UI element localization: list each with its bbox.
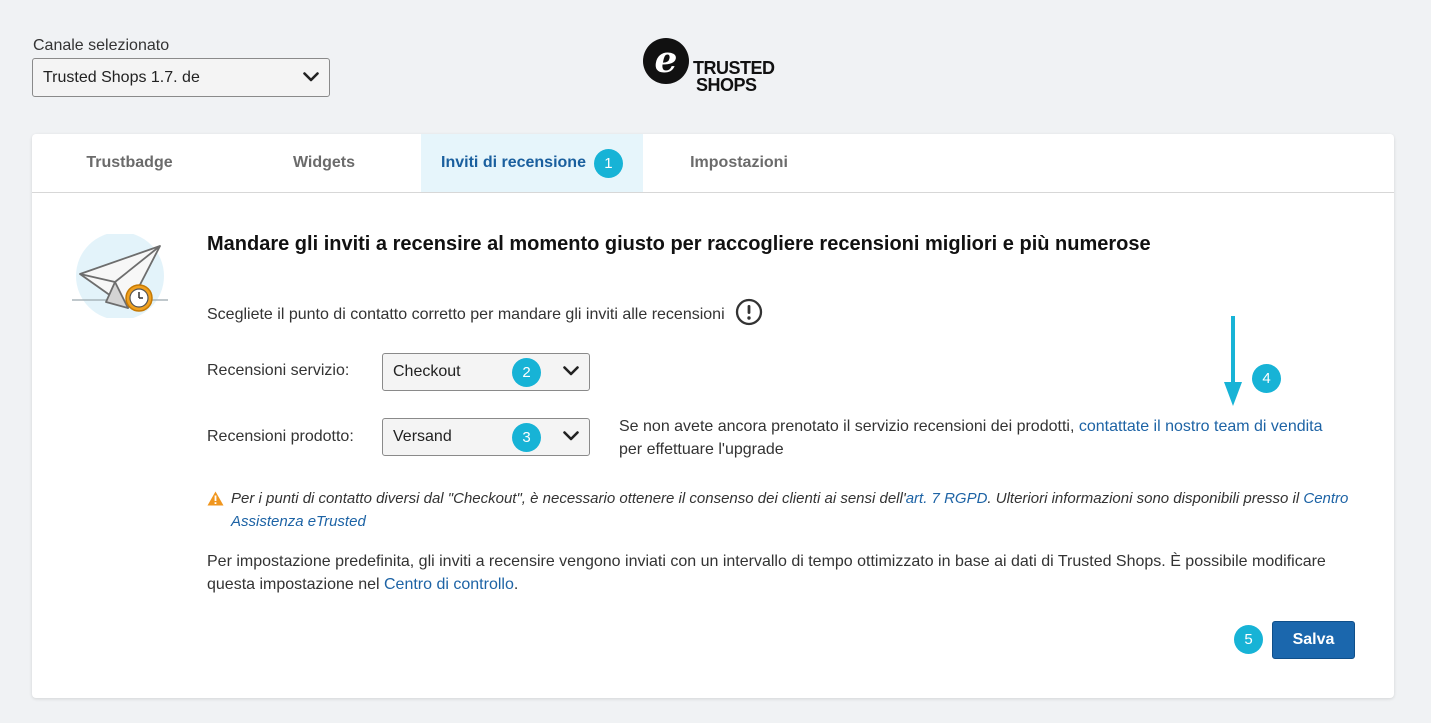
tab-widgets[interactable]: Widgets — [227, 134, 421, 192]
chevron-down-icon — [563, 363, 579, 381]
step-badge-5: 5 — [1234, 625, 1263, 654]
save-button[interactable]: Salva — [1272, 621, 1355, 659]
service-reviews-label: Recensioni servizio: — [207, 362, 350, 379]
step-badge-2: 2 — [512, 358, 541, 387]
logo-line2: SHOPS — [696, 75, 757, 95]
page-heading: Mandare gli inviti a recensire al moment… — [207, 233, 1151, 255]
channel-label: Canale selezionato — [33, 37, 170, 54]
tab-label: Inviti di recensione — [441, 154, 586, 171]
contact-sales-link[interactable]: contattate il nostro team di vendita — [1079, 418, 1323, 435]
upgrade-text-after: per effettuare l'upgrade — [619, 441, 784, 458]
consent-warning: Per i punti di contatto diversi dal "Che… — [207, 487, 1357, 533]
tab-bar: Trustbadge Widgets Inviti di recensione … — [32, 134, 1394, 193]
step-badge-3: 3 — [512, 423, 541, 452]
chevron-down-icon — [563, 428, 579, 446]
service-reviews-select[interactable]: Checkout 2 — [382, 353, 590, 391]
tab-trustbadge[interactable]: Trustbadge — [32, 134, 227, 192]
gdpr-article-link[interactable]: art. 7 RGPD — [906, 490, 988, 507]
warning-triangle-icon — [207, 490, 224, 513]
default-note-text: Per impostazione predefinita, gli inviti… — [207, 553, 1326, 593]
default-interval-note: Per impostazione predefinita, gli inviti… — [207, 550, 1337, 596]
upgrade-note: Se non avete ancora prenotato il servizi… — [619, 415, 1339, 461]
logo-text: TRUSTED SHOPS — [693, 59, 775, 95]
product-reviews-label: Recensioni prodotto: — [207, 428, 354, 445]
tab-review-invites[interactable]: Inviti di recensione 1 — [421, 134, 643, 192]
product-reviews-value: Versand — [393, 428, 452, 445]
upgrade-text: Se non avete ancora prenotato il servizi… — [619, 418, 1079, 435]
logo-mark: e — [643, 38, 689, 84]
channel-select-value: Trusted Shops 1.7. de — [43, 68, 200, 86]
step-badge-1: 1 — [593, 148, 623, 178]
step-badge-4: 4 — [1252, 364, 1281, 393]
paper-plane-clock-illustration — [70, 232, 170, 320]
product-reviews-select[interactable]: Versand 3 — [382, 418, 590, 456]
warning-text-middle: . Ulteriori informazioni sono disponibil… — [987, 490, 1304, 507]
tab-label: Impostazioni — [690, 154, 788, 171]
tab-label: Trustbadge — [86, 154, 173, 171]
default-note-text-after: . — [513, 576, 519, 593]
channel-select[interactable]: Trusted Shops 1.7. de — [32, 58, 330, 97]
settings-card: Trustbadge Widgets Inviti di recensione … — [32, 134, 1394, 698]
trusted-shops-logo: e TRUSTED SHOPS — [643, 38, 788, 98]
chevron-down-icon — [303, 69, 319, 87]
service-reviews-value: Checkout — [393, 363, 461, 380]
tab-label: Widgets — [292, 154, 356, 171]
arrow-down-icon — [1224, 316, 1242, 413]
control-center-link[interactable]: Centro di controllo — [384, 576, 514, 593]
tab-settings[interactable]: Impostazioni — [643, 134, 835, 192]
warning-text: Per i punti di contatto diversi dal "Che… — [231, 490, 906, 507]
intro-text: Scegliete il punto di contatto corretto … — [207, 305, 725, 323]
info-circle-icon[interactable] — [735, 298, 763, 331]
intro-text-row: Scegliete il punto di contatto corretto … — [207, 298, 763, 331]
